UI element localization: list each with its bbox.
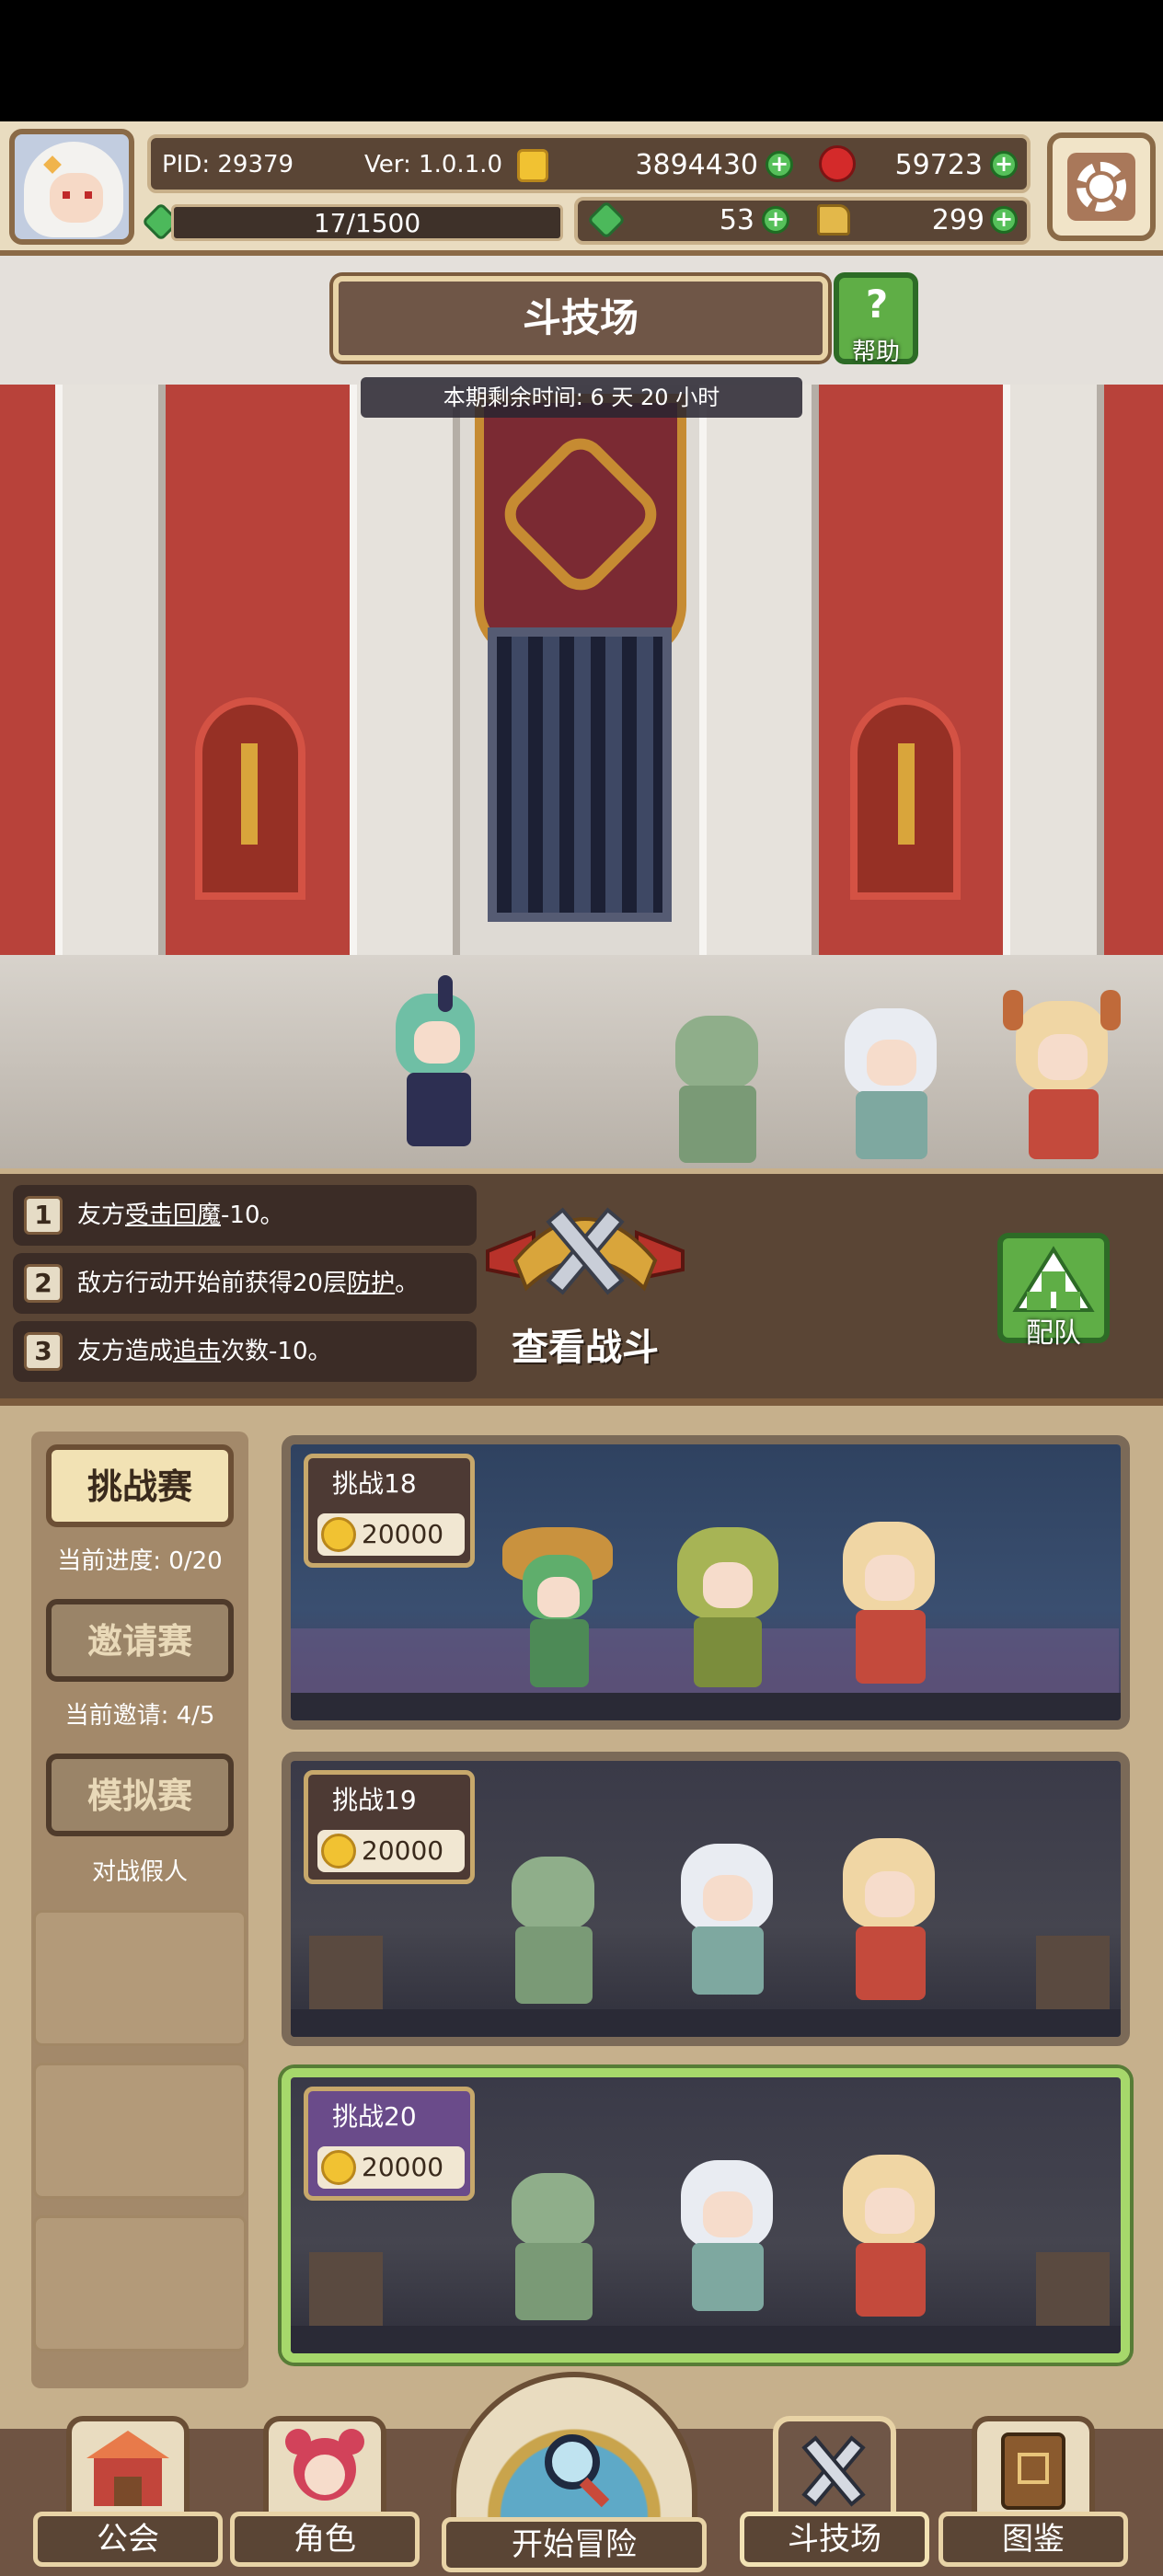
nav-adventure[interactable]: 开始冒险	[431, 2372, 718, 2576]
enemy-white-hair-girl	[668, 1834, 788, 2009]
nav-arena[interactable]: 斗技场	[740, 2416, 929, 2572]
codex-icon	[1001, 2432, 1065, 2510]
gold-coin-icon	[321, 1517, 356, 1552]
settings-button[interactable]	[1047, 132, 1156, 241]
enemy-horned-girl	[1003, 990, 1123, 1165]
view-battle-button[interactable]	[478, 1196, 692, 1306]
rule-number: 1	[24, 1196, 63, 1235]
stat-row-primary: PID: 29379 Ver: 1.0.1.0 3894430 + 59723 …	[147, 134, 1031, 193]
enemy-goblin	[657, 1012, 777, 1168]
boot-amount: 299	[931, 204, 985, 236]
challenge-tag: 挑战20 20000	[304, 2087, 475, 2201]
nav-arena-label: 斗技场	[740, 2512, 929, 2567]
gold-coin-icon	[517, 149, 548, 182]
nav-character[interactable]: 角色	[230, 2416, 420, 2572]
add-boots-button[interactable]: +	[990, 206, 1018, 234]
enemy-leaf-girl	[668, 1518, 788, 1693]
invite-count: 当前邀请: 4/5	[64, 1702, 215, 1730]
tab-invite[interactable]: 邀请赛	[46, 1599, 234, 1682]
challenge-title: 挑战20	[332, 2101, 417, 2132]
challenge-reward: 20000	[362, 1835, 444, 1866]
arena-gate	[488, 627, 672, 922]
crossed-swords-icon	[486, 1207, 685, 1295]
season-timer: 本期剩余时间: 6 天 20 小时	[361, 377, 802, 418]
boot-icon	[817, 204, 850, 236]
challenge-tag: 挑战19 20000	[304, 1770, 475, 1884]
rule-text: 敌方行动开始前获得20层防护。	[77, 1270, 420, 1297]
gold-amount: 3894430	[635, 149, 758, 181]
empty-slot	[33, 2215, 247, 2352]
challenge-progress: 当前进度: 0/20	[57, 1547, 223, 1575]
rule-text: 友方受击回魔-10。	[77, 1202, 284, 1229]
gold-coin-icon	[321, 1834, 356, 1869]
rule-item: 1 友方受击回魔-10。	[13, 1185, 477, 1246]
simulate-note: 对战假人	[91, 1858, 188, 1886]
gold-coin-icon	[321, 2150, 356, 2185]
empty-slot	[33, 2063, 247, 2199]
rule-keyword[interactable]: 受击回魔	[125, 1202, 221, 1229]
rule-item: 3 友方造成追击次数-10。	[13, 1321, 477, 1382]
stamina-bar: 17/1500	[171, 204, 563, 241]
enemy-horned-girl	[830, 2142, 950, 2326]
magnifier-icon	[545, 2434, 610, 2508]
nav-guild[interactable]: 公会	[33, 2416, 223, 2572]
ruby-icon	[819, 145, 856, 182]
nav-codex[interactable]: 图鉴	[938, 2416, 1128, 2572]
nav-character-label: 角色	[230, 2512, 420, 2567]
add-gems-button[interactable]: +	[990, 151, 1018, 178]
help-icon: ?	[865, 282, 889, 327]
challenge-title: 挑战18	[332, 1468, 417, 1499]
nav-guild-label: 公会	[33, 2512, 223, 2567]
page-title: 斗技场	[522, 295, 639, 340]
enemy-goblin	[493, 2169, 613, 2326]
nav-adventure-label: 开始冒险	[442, 2517, 707, 2572]
team-icon	[1012, 1246, 1095, 1312]
clover-amount: 53	[719, 204, 754, 236]
tab-challenge[interactable]: 挑战赛	[46, 1444, 234, 1527]
rule-keyword[interactable]: 防护	[347, 1270, 395, 1297]
team-label: 配队	[1026, 1317, 1081, 1350]
empty-slot	[33, 1910, 247, 2046]
rule-number: 2	[24, 1264, 63, 1303]
game-version: Ver: 1.0.1.0	[364, 151, 502, 178]
stamina-value: 17/1500	[313, 208, 421, 238]
view-battle-label[interactable]: 查看战斗	[460, 1317, 710, 1371]
ally-character-bunny	[386, 975, 488, 1159]
rule-item: 2 敌方行动开始前获得20层防护。	[13, 1253, 477, 1314]
tab-simulate[interactable]: 模拟赛	[46, 1754, 234, 1836]
enemy-white-hair-girl	[668, 2151, 788, 2326]
enemy-horned-girl	[830, 1509, 950, 1693]
challenge-card-19[interactable]: 挑战19 20000	[282, 1752, 1130, 2046]
player-id: PID: 29379	[162, 151, 294, 178]
enemy-horned-girl	[830, 1825, 950, 2009]
challenge-tag: 挑战18 20000	[304, 1454, 475, 1568]
crossed-swords-icon	[801, 2435, 866, 2507]
character-icon	[285, 2429, 364, 2501]
gem-amount: 59723	[894, 149, 983, 181]
rule-text: 友方造成追击次数-10。	[77, 1338, 332, 1365]
add-clover-button[interactable]: +	[762, 206, 789, 234]
player-avatar[interactable]	[9, 129, 134, 245]
rule-keyword[interactable]: 追击	[173, 1338, 221, 1365]
challenge-title: 挑战19	[332, 1785, 417, 1815]
guild-icon	[86, 2431, 169, 2506]
nav-codex-label: 图鉴	[938, 2512, 1128, 2567]
challenge-card-18[interactable]: 挑战18 20000	[282, 1435, 1130, 1730]
challenge-reward: 20000	[362, 1519, 444, 1549]
challenge-reward: 20000	[362, 2152, 444, 2182]
help-label: 帮助	[851, 339, 900, 366]
challenge-card-20[interactable]: 挑战20 20000	[282, 2068, 1130, 2363]
enemy-frog-hat-girl	[502, 1518, 613, 1693]
add-gold-button[interactable]: +	[766, 151, 793, 178]
rule-number: 3	[24, 1332, 63, 1371]
enemy-goblin	[493, 1853, 613, 2009]
enemy-white-hair-girl	[832, 999, 951, 1165]
